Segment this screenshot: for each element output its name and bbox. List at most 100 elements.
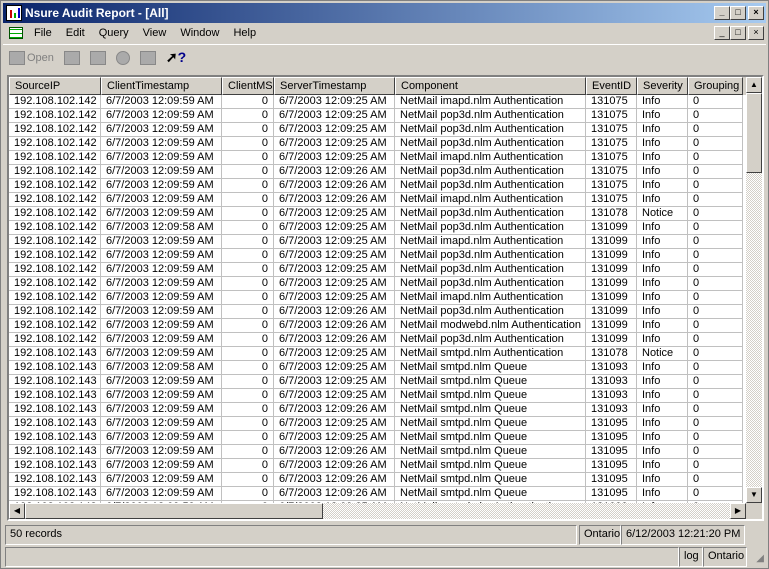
table-row[interactable]: 192.108.102.142 6/7/2003 12:09:59 AM 0 6/7/… (9, 109, 762, 123)
cell-component: NetMail imapd.nlm Authentication (395, 95, 586, 109)
table-row[interactable]: 192.108.102.142 6/7/2003 12:09:59 AM 0 6/7/… (9, 165, 762, 179)
cell-component: NetMail pop3d.nlm Authentication (395, 123, 586, 137)
menu-edit[interactable]: Edit (59, 27, 92, 39)
table-row[interactable]: 192.108.102.142 6/7/2003 12:09:59 AM 0 6/7/… (9, 193, 762, 207)
cell-source-ip: 192.108.102.142 (9, 137, 101, 151)
table-row[interactable]: 192.108.102.1436/7/2003 12:09:59 AM06/7/… (9, 417, 762, 431)
table-row[interactable]: 192.108.102.142 6/7/2003 12:09:59 AM 0 6/7/… (9, 207, 762, 221)
print-icon[interactable] (89, 50, 106, 65)
minimize-button[interactable]: _ (714, 6, 730, 20)
cell-grouping: 0 (688, 263, 743, 277)
col-eventid[interactable]: EventID (586, 77, 637, 95)
cell-server-timestamp: 6/7/2003 12:09:25 AM (274, 235, 395, 249)
cell-event-id: 131093 (586, 361, 637, 375)
table-row[interactable]: 192.108.102.1436/7/2003 12:09:59 AM06/7/… (9, 487, 762, 501)
open-label: Open (27, 51, 54, 64)
cell-client-timestamp: 6/7/2003 12:09:59 AM (101, 445, 222, 459)
maximize-button[interactable]: □ (730, 6, 746, 20)
cell-client-ms: 0 (222, 179, 274, 193)
table-row[interactable]: 192.108.102.1436/7/2003 12:09:59 AM06/7/… (9, 389, 762, 403)
cell-client-timestamp: 6/7/2003 12:09:59 AM (101, 179, 222, 193)
cell-server-timestamp: 6/7/2003 12:09:25 AM (274, 417, 395, 431)
cell-client-ms: 0 (222, 389, 274, 403)
status-datetime: 6/12/2003 12:21:20 PM (621, 525, 745, 545)
properties-icon[interactable] (139, 50, 156, 65)
table-row[interactable]: 192.108.102.1436/7/2003 12:09:59 AM06/7/… (9, 445, 762, 459)
cell-component: NetMail smtpd.nlm Queue (395, 473, 586, 487)
open-button[interactable]: Open (9, 50, 54, 65)
save-icon[interactable] (63, 50, 80, 65)
vertical-scroll-thumb[interactable] (746, 93, 762, 173)
cell-event-id: 131075 (586, 179, 637, 193)
table-row[interactable]: 192.108.102.142 6/7/2003 12:09:59 AM 0 6/7/… (9, 291, 762, 305)
cell-server-timestamp: 6/7/2003 12:09:25 AM (274, 207, 395, 221)
search-icon[interactable] (115, 50, 130, 65)
horizontal-scroll-thumb[interactable] (25, 503, 323, 519)
cell-component: NetMail pop3d.nlm Authentication (395, 221, 586, 235)
cell-server-timestamp: 6/7/2003 12:09:26 AM (274, 165, 395, 179)
table-row[interactable]: 192.108.102.1436/7/2003 12:09:59 AM06/7/… (9, 403, 762, 417)
menu-help[interactable]: Help (226, 27, 263, 39)
col-grouping[interactable]: Grouping (688, 77, 743, 95)
menu-view[interactable]: View (136, 27, 174, 39)
col-clienttimestamp[interactable]: ClientTimestamp (101, 77, 222, 95)
table-row[interactable]: 192.108.102.142 6/7/2003 12:09:58 AM 0 6/7/… (9, 221, 762, 235)
cell-source-ip: 192.108.102.142 (9, 193, 101, 207)
menu-query[interactable]: Query (92, 27, 136, 39)
child-restore-button[interactable]: □ (730, 26, 746, 40)
grid-icon[interactable] (9, 27, 23, 39)
help-pointer-icon[interactable]: ➚? (166, 49, 186, 66)
cell-grouping: 0 (688, 109, 743, 123)
cell-grouping: 0 (688, 403, 743, 417)
table-row[interactable]: 192.108.102.1436/7/2003 12:09:59 AM06/7/… (9, 459, 762, 473)
cell-grouping: 0 (688, 431, 743, 445)
scroll-right-button[interactable]: ▶ (730, 503, 746, 519)
cell-component: NetMail smtpd.nlm Authentication (395, 347, 586, 361)
table-row[interactable]: 192.108.102.142 6/7/2003 12:09:59 AM 0 6/7/… (9, 151, 762, 165)
table-row[interactable]: 192.108.102.142 6/7/2003 12:09:59 AM 0 6/7/… (9, 249, 762, 263)
table-row[interactable]: 192.108.102.143 6/7/2003 12:09:58 AM 0 6/7/… (9, 361, 762, 375)
cell-client-timestamp: 6/7/2003 12:09:59 AM (101, 109, 222, 123)
scroll-down-button[interactable]: ▼ (746, 487, 762, 503)
menu-file[interactable]: File (27, 27, 59, 39)
cell-component: NetMail smtpd.nlm Queue (395, 445, 586, 459)
table-row[interactable]: 192.108.102.142 6/7/2003 12:09:59 AM 0 6/7/… (9, 137, 762, 151)
col-component[interactable]: Component (395, 77, 586, 95)
table-row[interactable]: 192.108.102.142 6/7/2003 12:09:59 AM 0 6/7/… (9, 305, 762, 319)
table-row[interactable]: 192.108.102.142 6/7/2003 12:09:59 AM 0 6/7/… (9, 319, 762, 333)
table-row[interactable]: 192.108.102.142 6/7/2003 12:09:59 AM 0 6/7/… (9, 277, 762, 291)
horizontal-scrollbar[interactable]: ◀ ▶ (9, 503, 746, 519)
scroll-up-button[interactable]: ▲ (746, 77, 762, 93)
col-servertimestamp[interactable]: ServerTimestamp (274, 77, 395, 95)
table-row[interactable]: 192.108.102.1436/7/2003 12:09:59 AM06/7/… (9, 473, 762, 487)
table-row[interactable]: 192.108.102.1436/7/2003 12:09:59 AM06/7/… (9, 375, 762, 389)
table-row[interactable]: 192.108.102.1436/7/2003 12:09:59 AM06/7/… (9, 431, 762, 445)
table-row[interactable]: 192.108.102.142 6/7/2003 12:09:59 AM 0 6/7/… (9, 95, 762, 109)
status-log: log (679, 547, 703, 567)
vertical-scrollbar[interactable]: ▲ ▼ (746, 77, 762, 503)
col-clientms[interactable]: ClientMS (222, 77, 274, 95)
table-row[interactable]: 192.108.102.1436/7/2003 12:09:59 AM06/7/… (9, 347, 762, 361)
table-row[interactable]: 192.108.102.142 6/7/2003 12:09:59 AM 0 6/7/… (9, 263, 762, 277)
table-row[interactable]: 192.108.102.142 6/7/2003 12:09:59 AM 0 6/7/… (9, 123, 762, 137)
resize-grip-icon[interactable]: ◢ (756, 553, 764, 564)
menu-window[interactable]: Window (173, 27, 226, 39)
cell-client-ms: 0 (222, 207, 274, 221)
cell-severity: Info (637, 109, 688, 123)
cell-component: NetMail pop3d.nlm Authentication (395, 249, 586, 263)
cell-client-ms: 0 (222, 347, 274, 361)
cell-severity: Info (637, 459, 688, 473)
main-window: Nsure Audit Report - [All] _ □ × File Ed… (0, 0, 769, 569)
child-close-button[interactable]: × (748, 26, 764, 40)
table-row[interactable]: 192.108.102.142 6/7/2003 12:09:59 AM 0 6/7/… (9, 235, 762, 249)
table-row[interactable]: 192.108.102.142 6/7/2003 12:09:59 AM 0 6/7/… (9, 333, 762, 347)
close-button[interactable]: × (748, 6, 764, 20)
cell-severity: Info (637, 277, 688, 291)
table-row[interactable]: 192.108.102.142 6/7/2003 12:09:59 AM 0 6/7/… (9, 179, 762, 193)
col-sourceip[interactable]: SourceIP (9, 77, 101, 95)
scroll-left-button[interactable]: ◀ (9, 503, 25, 519)
col-severity[interactable]: Severity (637, 77, 688, 95)
cell-client-timestamp: 6/7/2003 12:09:59 AM (101, 123, 222, 137)
cell-grouping: 0 (688, 417, 743, 431)
child-minimize-button[interactable]: _ (714, 26, 730, 40)
